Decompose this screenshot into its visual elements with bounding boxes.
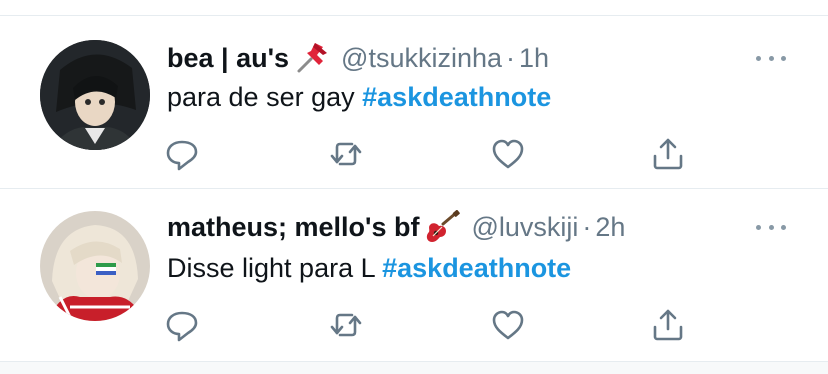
more-dots-icon[interactable] [756, 52, 786, 64]
avatar[interactable] [40, 211, 150, 321]
separator-dot: · [506, 43, 516, 73]
display-name[interactable]: bea | au's [167, 40, 289, 76]
retweet-icon[interactable] [328, 307, 364, 343]
hashtag-link[interactable]: #askdeathnote [382, 253, 571, 283]
tweet[interactable]: matheus; mello's bf @luvskiji · 2h Disse… [0, 189, 828, 361]
guitar-icon [423, 210, 461, 244]
user-handle[interactable]: @tsukkizinha [341, 40, 502, 76]
separator-dot: · [582, 212, 592, 242]
pushpin-icon [293, 41, 331, 75]
tweet-body: Disse light para L [167, 253, 375, 283]
share-icon[interactable] [650, 136, 686, 172]
tweet[interactable]: bea | au's @tsukkizinha · 1h para de ser… [0, 16, 828, 188]
avatar[interactable] [40, 40, 150, 150]
tweet-text: para de ser gay #askdeathnote [167, 82, 551, 113]
tweet-header: matheus; mello's bf @luvskiji · 2h [167, 209, 625, 245]
timestamp[interactable]: 1h [519, 40, 549, 76]
more-dots-icon[interactable] [756, 221, 786, 233]
retweet-icon[interactable] [328, 136, 364, 172]
reply-icon[interactable] [164, 307, 200, 343]
reply-icon[interactable] [164, 136, 200, 172]
heart-icon[interactable] [490, 136, 526, 172]
tweet-text: Disse light para L #askdeathnote [167, 253, 571, 284]
heart-icon[interactable] [490, 307, 526, 343]
tweet-body: para de ser gay [167, 82, 355, 112]
tweet-header: bea | au's @tsukkizinha · 1h [167, 40, 549, 76]
share-icon[interactable] [650, 307, 686, 343]
timeline-footer [0, 362, 828, 374]
user-handle[interactable]: @luvskiji [471, 209, 578, 245]
display-name[interactable]: matheus; mello's bf [167, 209, 419, 245]
timestamp[interactable]: 2h [595, 209, 625, 245]
hashtag-link[interactable]: #askdeathnote [362, 82, 551, 112]
